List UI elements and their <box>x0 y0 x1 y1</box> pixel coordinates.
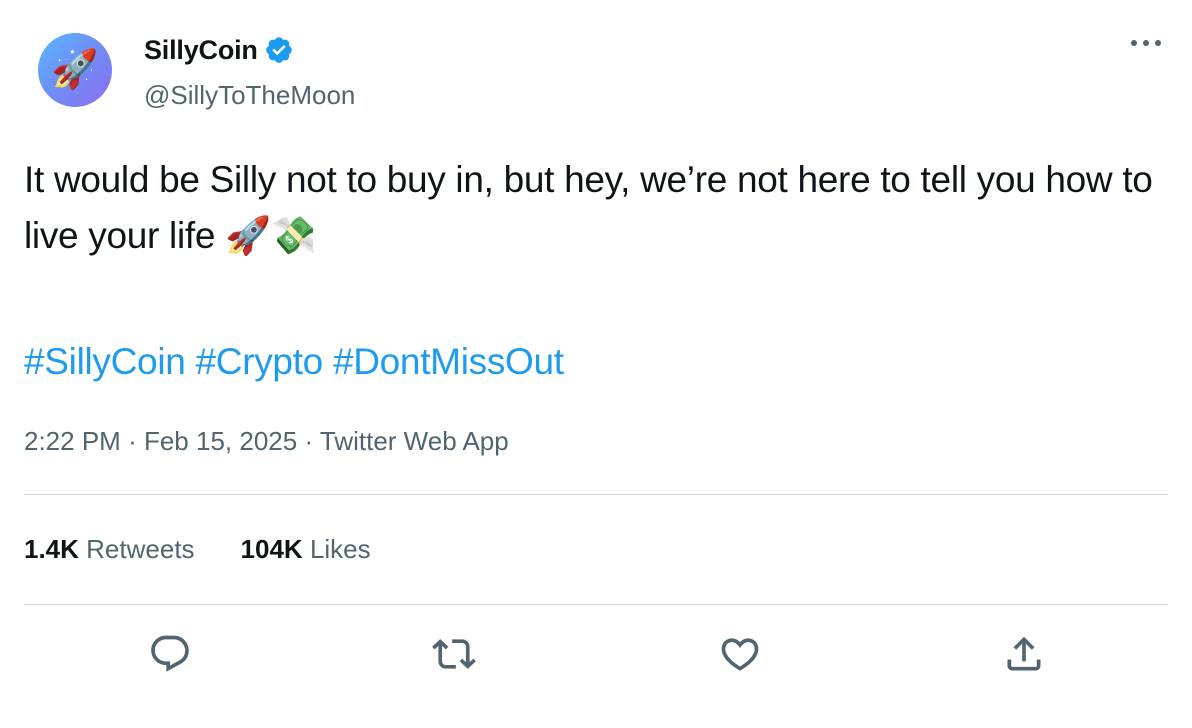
likes-stat[interactable]: 104K Likes <box>241 534 371 565</box>
divider-top <box>24 494 1168 495</box>
share-button[interactable] <box>1000 630 1048 678</box>
reply-icon <box>151 635 189 672</box>
more-options-icon[interactable] <box>1128 30 1164 56</box>
hashtag-sillycoin[interactable]: #SillyCoin <box>24 341 186 382</box>
retweet-button[interactable] <box>430 630 478 678</box>
tweet-hashtags: #SillyCoin #Crypto #DontMissOut <box>24 334 564 390</box>
share-icon <box>1007 636 1041 671</box>
retweets-stat[interactable]: 1.4K Retweets <box>24 534 195 565</box>
author-name-row: SillyCoin <box>144 30 294 70</box>
likes-label: Likes <box>309 534 371 564</box>
avatar-rocket-emoji: 🚀 <box>51 49 99 91</box>
tweet-stats: 1.4K Retweets 104K Likes <box>24 534 371 565</box>
avatar[interactable]: 🚀 <box>38 33 112 107</box>
tweet-text: It would be Silly not to buy in, but hey… <box>24 159 1153 256</box>
author-handle[interactable]: @SillyToTheMoon <box>144 80 355 111</box>
retweets-count: 1.4K <box>24 534 79 564</box>
divider-bottom <box>24 604 1168 605</box>
retweets-label: Retweets <box>86 534 195 564</box>
tweet-date[interactable]: Feb 15, 2025 <box>144 426 297 456</box>
verified-badge-icon <box>264 35 294 65</box>
tweet-meta: 2:22 PM · Feb 15, 2025 · Twitter Web App <box>24 426 509 457</box>
meta-separator: · <box>304 426 314 456</box>
meta-separator: · <box>128 426 137 456</box>
like-icon <box>721 638 759 671</box>
tweet-time[interactable]: 2:22 PM <box>24 426 121 456</box>
hashtag-dontmissout[interactable]: #DontMissOut <box>333 341 564 382</box>
display-name[interactable]: SillyCoin <box>144 35 258 66</box>
likes-count: 104K <box>240 534 303 564</box>
retweet-icon <box>432 639 476 669</box>
hashtag-crypto[interactable]: #Crypto <box>196 341 324 382</box>
tweet-source[interactable]: Twitter Web App <box>320 426 509 456</box>
reply-button[interactable] <box>146 630 194 678</box>
like-button[interactable] <box>716 630 764 678</box>
